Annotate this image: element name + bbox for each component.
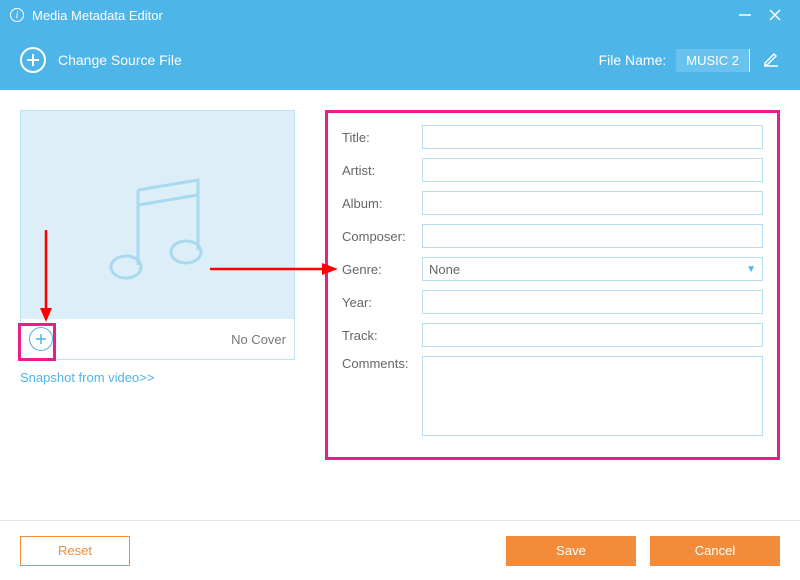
album-label: Album: <box>342 196 422 211</box>
track-label: Track: <box>342 328 422 343</box>
cover-preview: No Cover <box>20 110 295 360</box>
cover-bar: No Cover <box>21 319 294 359</box>
add-cover-button[interactable] <box>29 327 53 351</box>
composer-label: Composer: <box>342 229 422 244</box>
minimize-button[interactable] <box>730 7 760 23</box>
genre-label: Genre: <box>342 262 422 277</box>
comments-input[interactable] <box>422 356 763 436</box>
main-area: No Cover Snapshot from video>> Title: Ar… <box>0 90 800 510</box>
toolbar: Change Source File File Name: MUSIC 2 <box>0 30 800 90</box>
artist-label: Artist: <box>342 163 422 178</box>
artist-input[interactable] <box>422 158 763 182</box>
no-cover-label: No Cover <box>231 332 286 347</box>
change-source-icon[interactable] <box>20 47 46 73</box>
filename-label: File Name: <box>599 52 667 68</box>
comments-label: Comments: <box>342 356 422 371</box>
year-input[interactable] <box>422 290 763 314</box>
filename-value[interactable]: MUSIC 2 <box>676 49 750 72</box>
genre-value: None <box>429 262 460 277</box>
edit-filename-icon[interactable] <box>762 50 780 71</box>
snapshot-link[interactable]: Snapshot from video>> <box>20 370 154 385</box>
album-input[interactable] <box>422 191 763 215</box>
footer: Reset Save Cancel <box>0 520 800 580</box>
title-input[interactable] <box>422 125 763 149</box>
titlebar: i Media Metadata Editor <box>0 0 800 30</box>
music-note-icon <box>88 165 228 305</box>
track-input[interactable] <box>422 323 763 347</box>
year-label: Year: <box>342 295 422 310</box>
window-title: Media Metadata Editor <box>32 8 730 23</box>
cover-panel: No Cover Snapshot from video>> <box>20 110 305 490</box>
chevron-down-icon: ▼ <box>746 264 756 275</box>
metadata-form: Title: Artist: Album: Composer: Genre: N… <box>325 110 780 460</box>
info-icon: i <box>10 8 24 22</box>
cancel-button[interactable]: Cancel <box>650 536 780 566</box>
save-button[interactable]: Save <box>506 536 636 566</box>
composer-input[interactable] <box>422 224 763 248</box>
genre-select[interactable]: None ▼ <box>422 257 763 281</box>
change-source-label[interactable]: Change Source File <box>58 52 182 68</box>
close-button[interactable] <box>760 7 790 23</box>
reset-button[interactable]: Reset <box>20 536 130 566</box>
title-label: Title: <box>342 130 422 145</box>
